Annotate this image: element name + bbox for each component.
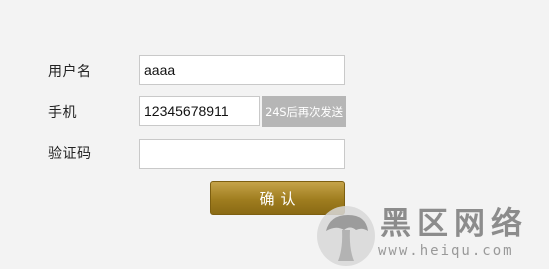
watermark-title: 黑区网络	[380, 206, 528, 242]
username-label: 用户名	[48, 64, 92, 80]
username-input[interactable]: aaaa	[139, 55, 345, 85]
phone-label: 手机	[48, 105, 77, 121]
watermark-url: www.heiqu.com	[378, 243, 514, 259]
verification-code-input[interactable]	[139, 139, 345, 169]
resend-code-button[interactable]: 24S后再次发送	[262, 96, 346, 127]
verification-code-label: 验证码	[48, 146, 92, 162]
mushroom-icon	[317, 206, 375, 266]
watermark: 黑区网络 www.heiqu.com	[316, 205, 548, 267]
phone-input[interactable]: 12345678911	[139, 96, 260, 126]
